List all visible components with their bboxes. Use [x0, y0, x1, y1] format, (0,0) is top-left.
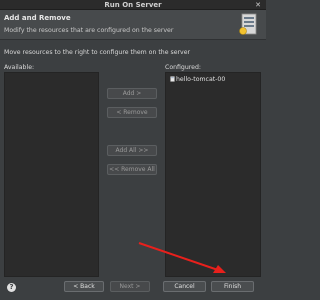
title-bar: Run On Server ✕ [0, 0, 266, 10]
next-button[interactable]: Next > [110, 281, 150, 292]
configured-label: Configured: [165, 64, 202, 71]
available-label: Available: [4, 64, 35, 71]
server-wizard-icon [239, 13, 257, 35]
web-module-icon [170, 76, 175, 82]
available-list[interactable] [4, 72, 99, 277]
wizard-header: Add and Remove Modify the resources that… [0, 10, 266, 40]
add-button[interactable]: Add > [107, 88, 157, 99]
configured-item-label: hello-tomcat-00 [176, 76, 226, 83]
page-title: Add and Remove [4, 14, 71, 22]
back-button[interactable]: < Back [64, 281, 104, 292]
page-description: Modify the resources that are configured… [4, 27, 174, 34]
window-title: Run On Server [104, 1, 162, 9]
configured-list[interactable]: hello-tomcat-00 [165, 72, 261, 277]
close-icon[interactable]: ✕ [254, 1, 262, 9]
add-all-button[interactable]: Add All >> [107, 145, 157, 156]
cancel-button[interactable]: Cancel [163, 281, 206, 292]
remove-all-button[interactable]: << Remove All [107, 164, 157, 175]
remove-button[interactable]: < Remove [107, 107, 157, 118]
list-item[interactable]: hello-tomcat-00 [170, 76, 225, 83]
finish-button[interactable]: Finish [211, 281, 254, 292]
instruction-text: Move resources to the right to configure… [4, 49, 191, 56]
help-icon[interactable]: ? [7, 283, 16, 292]
